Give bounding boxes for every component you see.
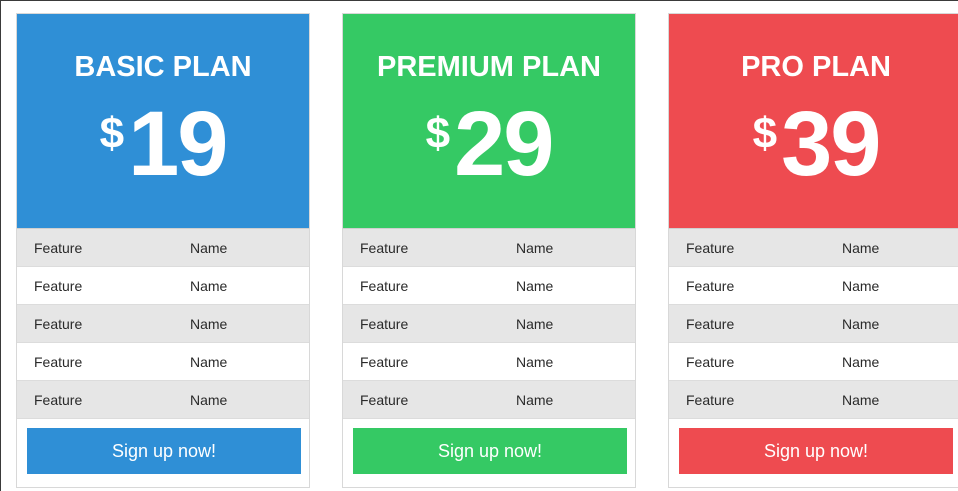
feature-row: Feature Name (343, 304, 635, 342)
feature-label: Feature (34, 316, 83, 332)
card-footer: Sign up now! (669, 418, 958, 487)
currency-symbol: $ (752, 109, 778, 158)
feature-value: Name (516, 392, 554, 408)
feature-row: Feature Name (343, 342, 635, 380)
feature-row: Feature Name (17, 266, 309, 304)
feature-label: Feature (34, 354, 83, 370)
feature-value: Name (842, 240, 880, 256)
feature-row: Feature Name (669, 380, 958, 418)
card-footer: Sign up now! (343, 418, 635, 487)
feature-label: Feature (360, 354, 409, 370)
plan-header: BASIC PLAN $19 (17, 14, 309, 228)
signup-button-basic[interactable]: Sign up now! (27, 428, 301, 474)
price-amount: 39 (781, 93, 881, 195)
feature-label: Feature (360, 316, 409, 332)
feature-list: Feature Name Feature Name Feature Name F… (669, 228, 958, 418)
signup-button-pro[interactable]: Sign up now! (679, 428, 953, 474)
feature-label: Feature (360, 392, 409, 408)
feature-value: Name (190, 392, 228, 408)
feature-value: Name (842, 354, 880, 370)
feature-value: Name (190, 316, 228, 332)
plan-name: PREMIUM PLAN (377, 51, 601, 83)
feature-value: Name (516, 316, 554, 332)
plan-name: PRO PLAN (741, 51, 891, 83)
plan-header: PRO PLAN $39 (669, 14, 958, 228)
feature-value: Name (842, 316, 880, 332)
feature-row: Feature Name (343, 228, 635, 266)
feature-list: Feature Name Feature Name Feature Name F… (17, 228, 309, 418)
currency-symbol: $ (425, 109, 451, 158)
feature-row: Feature Name (669, 304, 958, 342)
pricing-card-basic: BASIC PLAN $19 Feature Name Feature Name… (16, 13, 310, 488)
plan-price: $19 (17, 98, 309, 190)
feature-row: Feature Name (669, 228, 958, 266)
feature-label: Feature (34, 278, 83, 294)
feature-label: Feature (686, 278, 735, 294)
feature-label: Feature (686, 354, 735, 370)
feature-row: Feature Name (17, 380, 309, 418)
feature-value: Name (190, 354, 228, 370)
feature-value: Name (516, 354, 554, 370)
feature-row: Feature Name (669, 266, 958, 304)
pricing-table: BASIC PLAN $19 Feature Name Feature Name… (0, 0, 958, 491)
feature-row: Feature Name (343, 380, 635, 418)
feature-row: Feature Name (17, 228, 309, 266)
pricing-card-premium: PREMIUM PLAN $29 Feature Name Feature Na… (342, 13, 636, 488)
feature-label: Feature (686, 240, 735, 256)
plan-header: PREMIUM PLAN $29 (343, 14, 635, 228)
feature-value: Name (516, 240, 554, 256)
price-amount: 19 (128, 93, 228, 195)
signup-button-premium[interactable]: Sign up now! (353, 428, 627, 474)
feature-value: Name (516, 278, 554, 294)
feature-label: Feature (686, 316, 735, 332)
feature-label: Feature (360, 278, 409, 294)
feature-row: Feature Name (17, 342, 309, 380)
price-amount: 29 (454, 93, 554, 195)
plan-price: $29 (343, 98, 635, 190)
currency-symbol: $ (99, 109, 125, 158)
feature-value: Name (842, 278, 880, 294)
pricing-card-pro: PRO PLAN $39 Feature Name Feature Name F… (668, 13, 958, 488)
card-footer: Sign up now! (17, 418, 309, 487)
feature-value: Name (190, 278, 228, 294)
feature-row: Feature Name (17, 304, 309, 342)
feature-row: Feature Name (669, 342, 958, 380)
plan-price: $39 (669, 98, 958, 190)
feature-label: Feature (686, 392, 735, 408)
feature-list: Feature Name Feature Name Feature Name F… (343, 228, 635, 418)
feature-label: Feature (34, 392, 83, 408)
feature-label: Feature (34, 240, 83, 256)
feature-value: Name (842, 392, 880, 408)
plan-name: BASIC PLAN (74, 51, 252, 83)
feature-row: Feature Name (343, 266, 635, 304)
feature-value: Name (190, 240, 228, 256)
feature-label: Feature (360, 240, 409, 256)
